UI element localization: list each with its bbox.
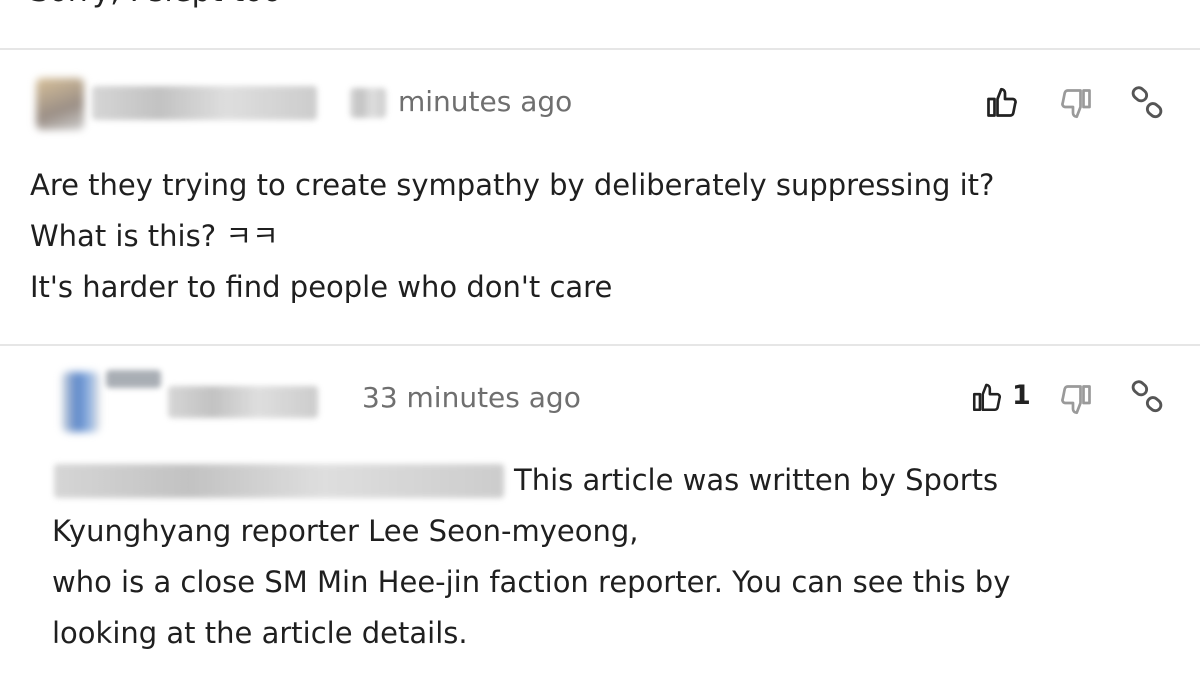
avatar[interactable] <box>62 372 100 432</box>
like-count: 1 <box>1012 380 1031 411</box>
comment-body: Are they trying to create sympathy by de… <box>30 160 994 313</box>
comment-line: What is this? ㅋㅋ <box>30 219 279 253</box>
avatar[interactable] <box>36 78 84 130</box>
link-icon[interactable] <box>1128 84 1166 122</box>
comment-divider <box>0 48 1200 50</box>
thumbs-up-icon[interactable] <box>984 84 1020 120</box>
comment-body: This article was written by Sports Kyung… <box>52 455 1010 659</box>
time-number-redacted <box>350 88 386 118</box>
thumbs-up-icon[interactable] <box>970 380 1004 414</box>
comment-line: looking at the article details. <box>52 616 468 650</box>
username-redacted[interactable] <box>92 86 317 120</box>
comment-line: Kyunghyang reporter Lee Seon-myeong, <box>52 514 639 548</box>
link-icon[interactable] <box>1128 378 1166 416</box>
comment-time: 33 minutes ago <box>362 381 581 414</box>
comment-line: Are they trying to create sympathy by de… <box>30 168 995 202</box>
comment-divider <box>0 344 1200 346</box>
avatar-redacted <box>106 370 161 388</box>
comment-time: minutes ago <box>398 85 573 118</box>
comment-line: This article was written by Sports <box>514 463 999 497</box>
username-redacted[interactable] <box>168 386 318 418</box>
thumbs-down-icon[interactable] <box>1058 382 1094 418</box>
thumbs-down-icon[interactable] <box>1058 86 1094 122</box>
comment-line: It's harder to find people who don't car… <box>30 270 613 304</box>
previous-comment-text: Sorry, I slept too <box>30 0 282 9</box>
comment-line: who is a close SM Min Hee-jin faction re… <box>52 565 1011 599</box>
